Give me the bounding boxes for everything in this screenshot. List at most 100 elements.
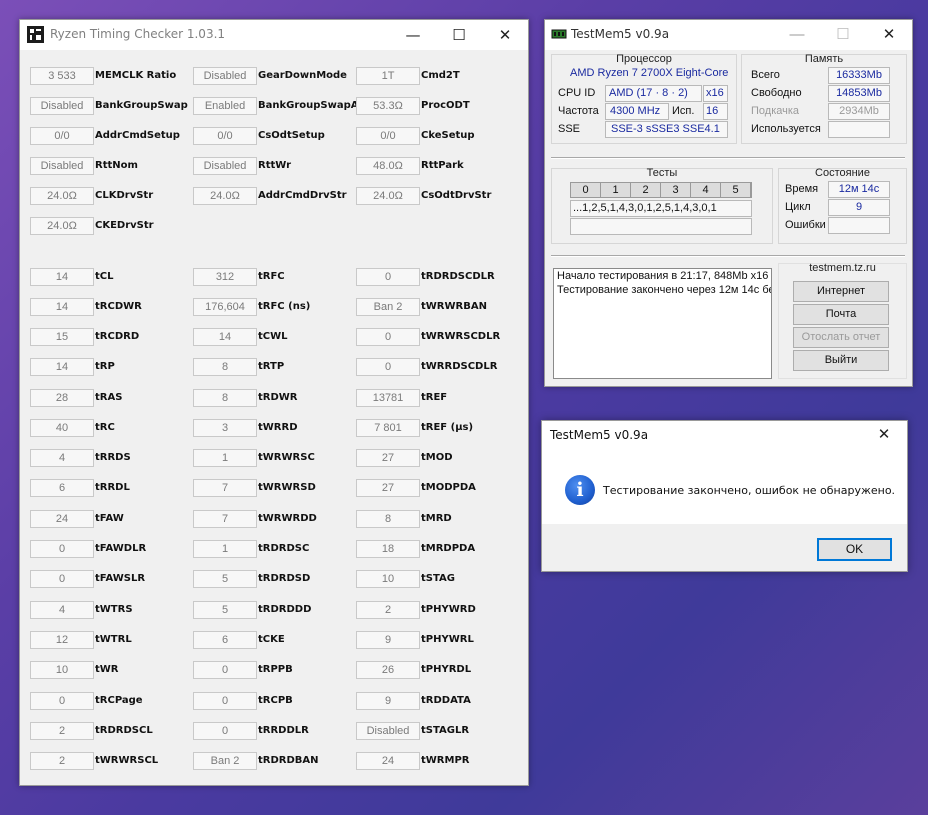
timing-label: tRRDS [95,452,131,463]
memory-group: Память Всего 16333Mb Свободно 14853Mb По… [741,53,907,144]
mem-free-label: Свободно [751,87,802,99]
timing-label: tREF (µs) [421,422,474,433]
timing-value: 8 [193,358,257,376]
mem-used-value [828,121,890,138]
timing-label: CsOdtSetup [258,130,325,141]
timing-value: Ban 2 [193,752,257,770]
rtc-app-icon [27,26,44,43]
timing-label: tRC [95,422,115,433]
timing-label: tFAWSLR [95,573,146,584]
timing-label: BankGroupSwap [95,100,188,111]
mem-swap-value: 2934Mb [828,103,890,120]
timing-value: 8 [356,510,420,528]
timing-label: AddrCmdDrvStr [258,190,347,201]
timing-value: 6 [193,631,257,649]
timing-value: 0 [30,540,94,558]
timing-label: tMRDPDA [421,543,476,554]
timing-value: 2 [30,722,94,740]
ok-button[interactable]: OK [817,538,892,561]
cpuid-label: CPU ID [558,87,596,99]
rtc-titlebar[interactable]: Ryzen Timing Checker 1.03.1 — ☐ ✕ [20,20,528,50]
dialog-message: Тестирование закончено, ошибок не обнару… [603,484,896,497]
timing-value: 13781 [356,389,420,407]
timing-value: 14 [30,268,94,286]
log-line: Тестирование закончено через 12м 14с бе [557,284,772,296]
timing-value: 15 [30,328,94,346]
links-group: testmem.tz.ru Интернет Почта Отослать от… [778,262,907,379]
timing-label: tPHYWRL [421,634,474,645]
timing-value: 9 [356,692,420,710]
timing-value: 0 [356,358,420,376]
timing-label: tRDDATA [421,695,471,706]
timing-value: 24.0Ω [30,217,94,235]
frequency-label: Частота [558,105,599,117]
timing-label: tWTRS [95,604,133,615]
timing-label: tWRWRBAN [421,301,487,312]
dialog-close-button[interactable]: ✕ [861,419,907,449]
test-log[interactable]: Начало тестирования в 21:17, 848Mb x16 Т… [553,268,772,379]
timing-value: 0 [193,692,257,710]
sse-label: SSE [558,123,581,135]
timing-value: Enabled [193,97,257,115]
timing-value: 1 [193,540,257,558]
close-button[interactable]: ✕ [482,20,528,50]
timing-value: 26 [356,661,420,679]
testmem-titlebar[interactable]: TestMem5 v0.9a — ☐ ✕ [545,20,912,50]
state-group: Состояние Время 12м 14с Цикл 9 Ошибки [778,167,907,244]
maximize-button[interactable]: ☐ [436,20,482,50]
timing-value: 176,604 [193,298,257,316]
timing-label: MEMCLK Ratio [95,70,177,81]
timing-value: 14 [30,358,94,376]
mem-total-value: 16333Mb [828,67,890,84]
test-number: 2 [631,183,661,197]
timing-label: tWRRDSCDLR [421,361,498,372]
rtc-window-title: Ryzen Timing Checker 1.03.1 [50,27,226,41]
timing-value: 24.0Ω [193,187,257,205]
processor-group: Процессор AMD Ryzen 7 2700X Eight-Core C… [551,53,737,144]
timing-label: BankGroupSwapAlt [258,100,367,111]
dialog-title: TestMem5 v0.9a [550,428,649,442]
memory-group-title: Память [804,53,844,65]
timing-label: tRPPB [258,664,293,675]
timing-label: tMOD [421,452,453,463]
errors-label: Ошибки [785,219,826,231]
internet-button[interactable]: Интернет [793,281,889,302]
send-report-button[interactable]: Отослать отчет [793,327,889,348]
timing-label: tPHYWRD [421,604,476,615]
test-number: 5 [721,183,751,197]
timing-label: tSTAGLR [421,725,470,736]
mail-button[interactable]: Почта [793,304,889,325]
timing-value: 1T [356,67,420,85]
timing-value: 0/0 [356,127,420,145]
timing-label: tCWL [258,331,288,342]
timing-value: 24 [30,510,94,528]
timing-label: Cmd2T [421,70,460,81]
errors-value [828,217,890,234]
tests-group-title: Тесты [646,167,678,179]
cpuid-value: AMD (17 · 8 · 2) [605,85,702,102]
timing-label: tRDRDSCL [95,725,153,736]
minimize-button[interactable]: — [390,20,436,50]
timing-label: tRFC (ns) [258,301,311,312]
timing-label: tRDRDSD [258,573,311,584]
exit-button[interactable]: Выйти [793,350,889,371]
timing-value: 27 [356,449,420,467]
close-button[interactable]: ✕ [866,20,912,50]
timing-label: tRDRDSCDLR [421,271,495,282]
sse-value: SSE-3 sSSE3 SSE4.1 [605,121,728,138]
minimize-button[interactable]: — [774,20,820,50]
timing-value: Disabled [30,157,94,175]
timing-label: CKEDrvStr [95,220,154,231]
timing-value: 12 [30,631,94,649]
timing-value: 3 [193,419,257,437]
timing-value: 0 [30,570,94,588]
timing-value: 0/0 [30,127,94,145]
timing-value: 7 [193,479,257,497]
maximize-button[interactable]: ☐ [820,20,866,50]
timing-value: 0 [30,692,94,710]
timing-value: 28 [30,389,94,407]
timing-label: tWRWRDD [258,513,317,524]
mem-swap-label: Подкачка [751,105,800,117]
timing-label: tWR [95,664,119,675]
timing-value: 8 [193,389,257,407]
